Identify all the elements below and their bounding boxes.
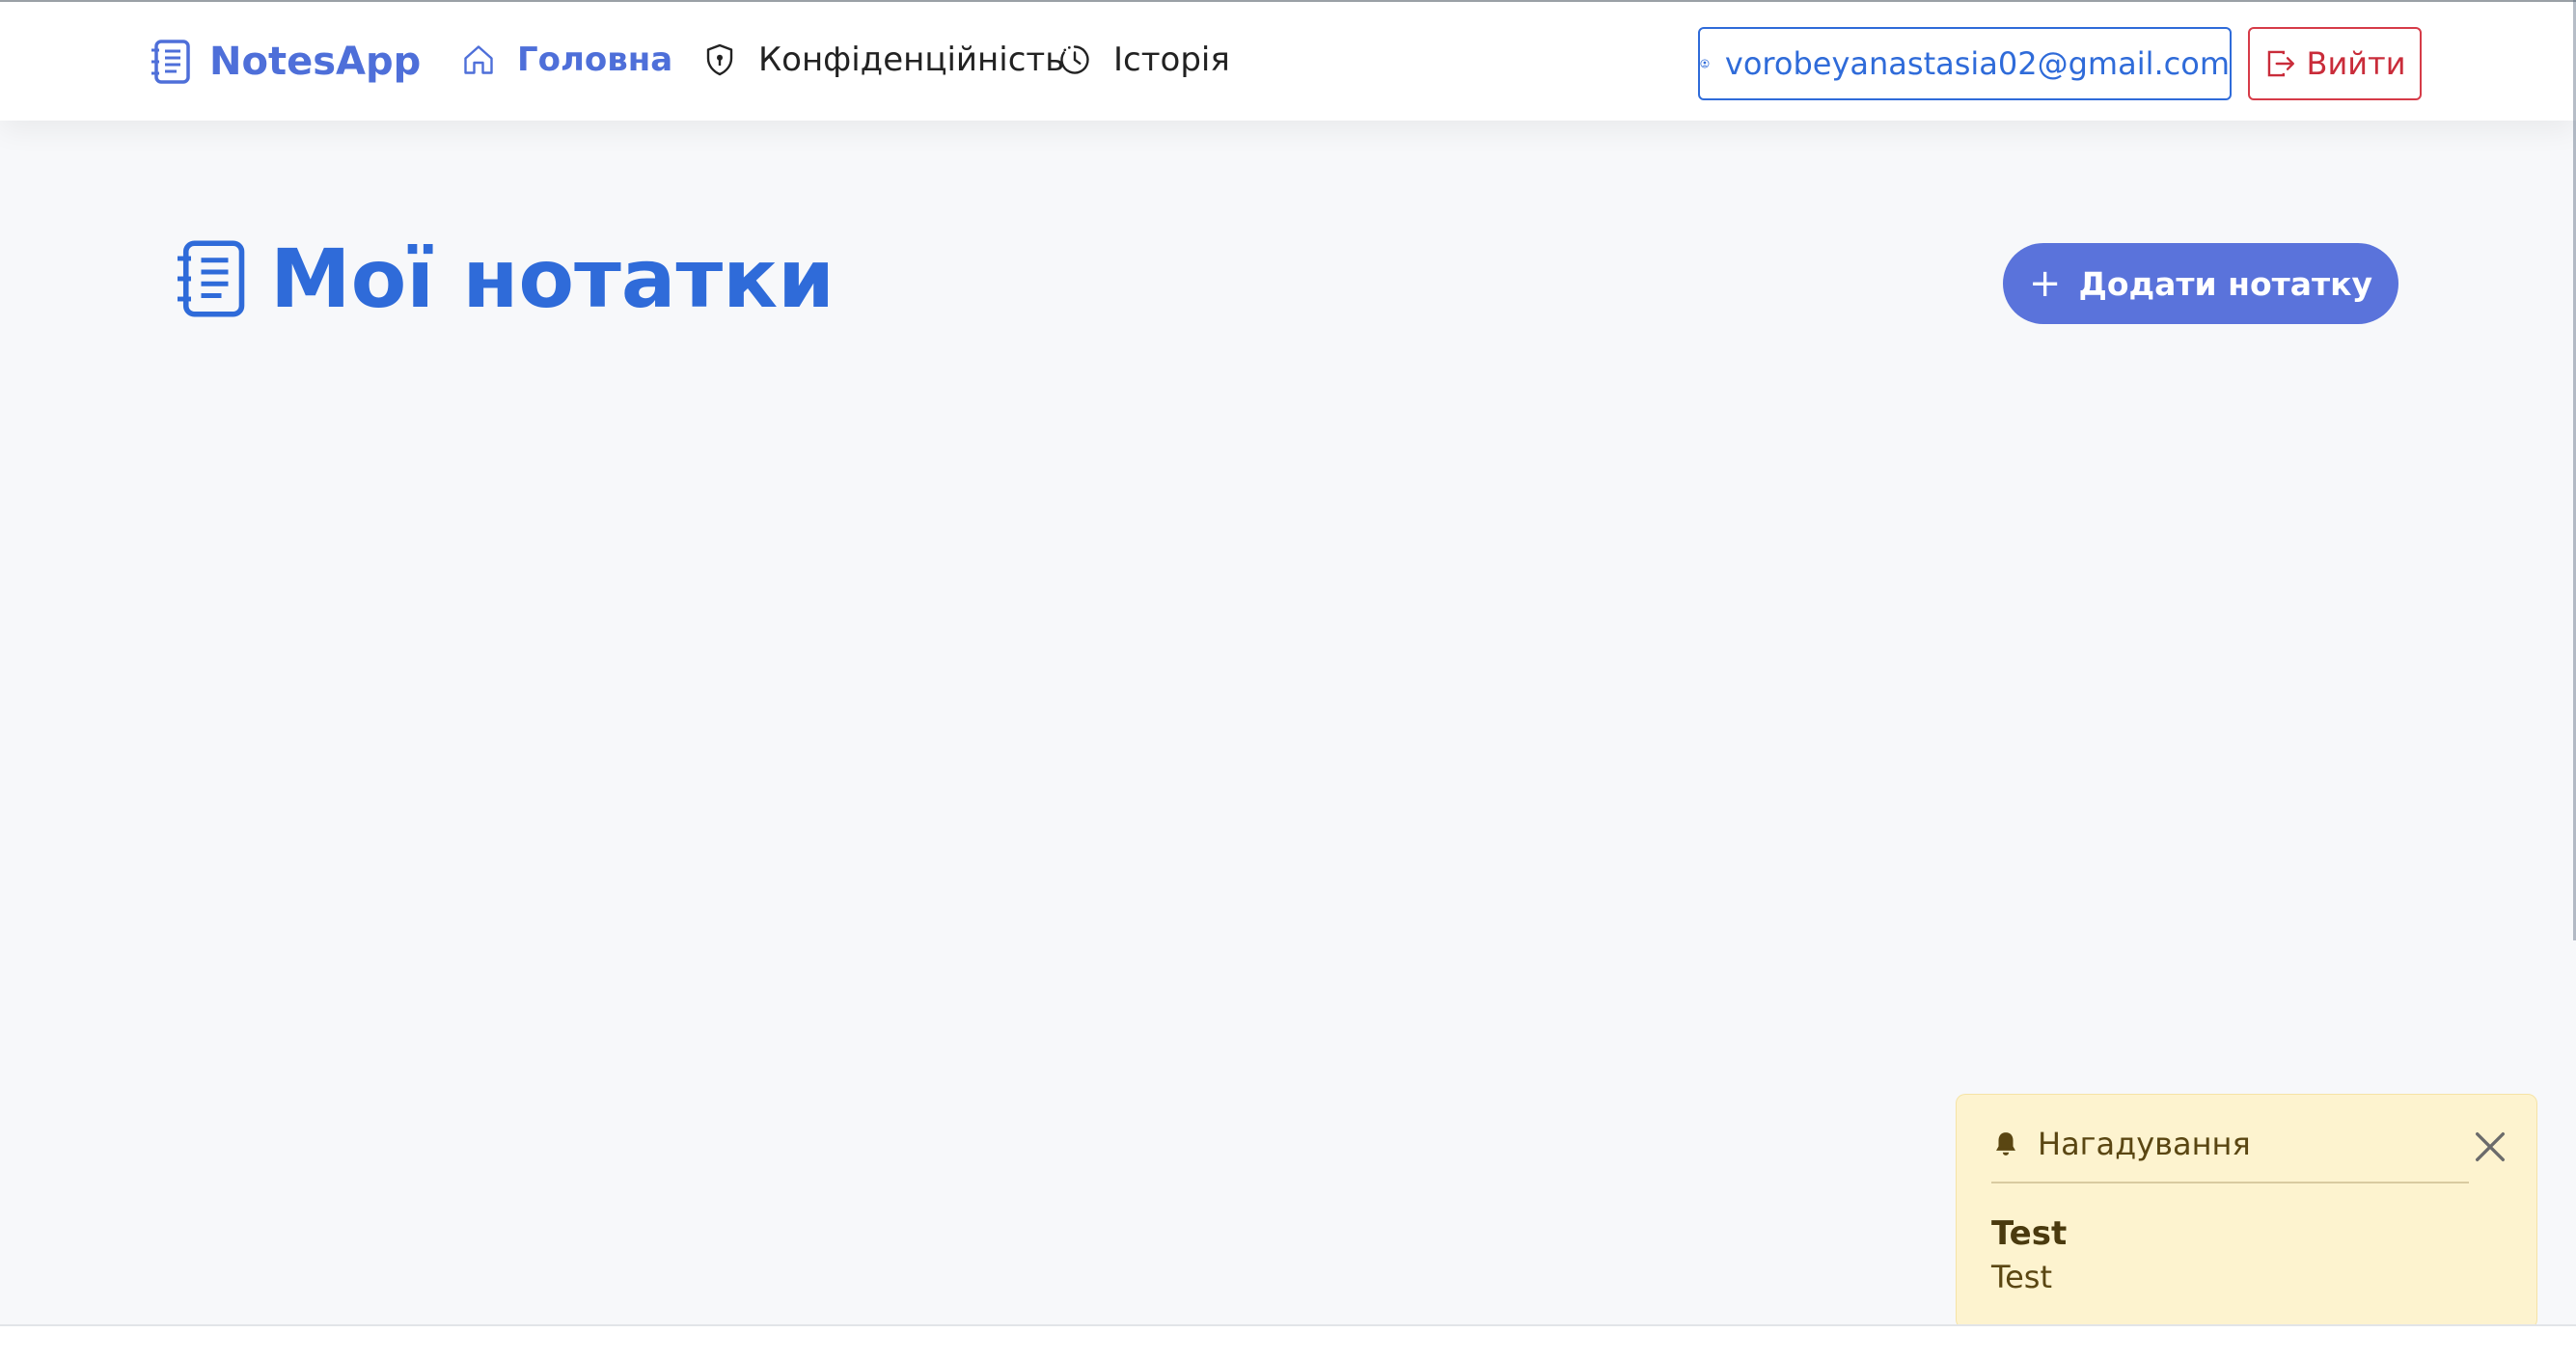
nav-link-home[interactable]: Головна [461,41,672,79]
add-note-button[interactable]: + Додати нотатку [2003,243,2398,324]
page-title-text: Мої нотатки [270,231,836,326]
user-circle-icon [1700,59,1710,68]
notebook-icon [151,40,190,84]
bell-icon [1996,1132,2015,1156]
notebook-icon [178,240,245,317]
toast-header-label: Нагадування [2038,1126,2251,1162]
clock-icon [1060,45,1089,74]
logout-button[interactable]: Вийти [2248,27,2422,100]
toast-header: Нагадування [1991,1126,2469,1183]
logout-label: Вийти [2306,45,2406,82]
shield-icon [706,43,733,76]
user-account-button[interactable]: vorobeyanastasia02@gmail.com [1698,27,2232,100]
nav-link-history-label: Історія [1113,41,1230,79]
brand-link[interactable]: NotesApp [150,39,421,85]
plus-icon: + [2028,261,2062,306]
close-icon[interactable] [2471,1128,2509,1166]
home-icon [464,45,493,74]
nav-link-history[interactable]: Історія [1057,41,1230,79]
toast-title: Test [1991,1214,2068,1253]
nav-link-privacy-label: Конфіденційність [758,41,1065,79]
user-email: vorobeyanastasia02@gmail.com [1724,45,2230,82]
logout-icon [2267,50,2294,77]
nav-link-privacy[interactable]: Конфіденційність [702,41,1064,79]
top-navbar: NotesApp Головна Конфіденційність Історі… [0,0,2576,121]
toast-body: Test [1991,1259,2053,1295]
brand-name: NotesApp [209,40,422,84]
add-note-label: Додати нотатку [2078,264,2373,303]
page-title: Мої нотатки [174,231,835,326]
page: NotesApp Головна Конфіденційність Історі… [0,0,2576,1360]
reminder-toast: Нагадування Test Test [1956,1094,2537,1329]
nav-link-home-label: Головна [517,41,673,79]
footer [0,1324,2576,1360]
